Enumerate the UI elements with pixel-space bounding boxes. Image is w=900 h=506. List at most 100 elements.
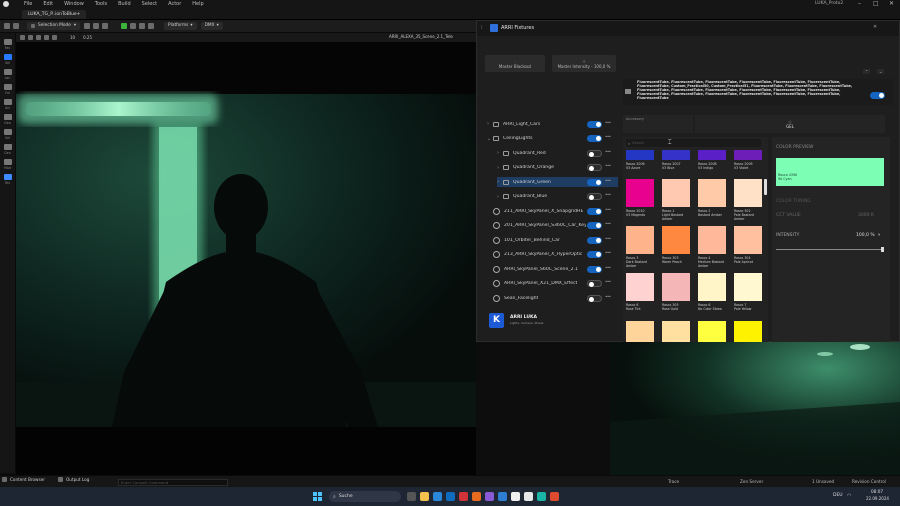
more-options-icon[interactable]: ••• [605, 279, 611, 284]
camera-label[interactable]: ARRI_ALEXA_35_Scene_2.1_Tele [389, 34, 453, 39]
gel-swatch[interactable] [626, 273, 654, 301]
menu-help[interactable]: Help [192, 1, 203, 7]
rotate-tool-icon[interactable] [44, 35, 49, 40]
intensity-slider-track[interactable] [776, 249, 884, 250]
fixture-toggle[interactable] [587, 236, 602, 244]
more-options-icon[interactable]: ••• [605, 134, 611, 139]
console-command-input[interactable]: Enter Console Command [118, 479, 228, 486]
scale-tool-icon[interactable] [52, 35, 57, 40]
gel-swatch[interactable] [698, 226, 726, 254]
gel-swatch[interactable] [662, 179, 690, 207]
fixture-toggle[interactable] [587, 164, 602, 171]
options-icon[interactable] [148, 23, 155, 29]
unreal-logo-icon[interactable] [3, 1, 9, 7]
edge-icon[interactable] [537, 492, 546, 501]
fixture-toggle[interactable] [587, 222, 602, 229]
vscode-icon[interactable] [498, 492, 507, 501]
menu-actor[interactable]: Actor [168, 1, 181, 7]
gel-swatch[interactable] [662, 226, 690, 254]
chrome-icon[interactable] [550, 492, 559, 501]
mode-icon-b[interactable] [93, 23, 100, 29]
unreal-engine-icon[interactable] [511, 492, 520, 501]
gel-swatch[interactable] [626, 150, 654, 160]
more-options-icon[interactable]: ••• [605, 149, 611, 154]
platforms-button[interactable]: Platforms ▾ [164, 22, 197, 30]
taskbar-search[interactable]: ⌕ Suche [329, 491, 401, 502]
clock-time[interactable]: 08:07 [871, 489, 883, 494]
move-tool-icon[interactable] [36, 35, 41, 40]
more-options-icon[interactable]: ••• [605, 265, 611, 270]
content-icon[interactable] [13, 23, 19, 29]
menu-select[interactable]: Select [142, 1, 157, 7]
gel-swatch[interactable] [734, 273, 762, 301]
mode-icon-c[interactable] [102, 23, 109, 29]
foliage-icon[interactable] [3, 84, 12, 90]
master-intensity-button[interactable]: ☼ Master Intensity - 100,0 % [552, 55, 616, 72]
selection-toggle[interactable] [870, 92, 885, 99]
generate-icon[interactable] [3, 144, 12, 150]
gel-swatch[interactable] [734, 321, 762, 342]
fixture-toggle[interactable] [587, 294, 602, 302]
scale-snap-value[interactable]: 0.25 [83, 35, 92, 40]
unreal-engine-2-icon[interactable] [524, 492, 533, 501]
more-options-icon[interactable]: ••• [605, 163, 611, 168]
gel-swatch[interactable] [662, 321, 690, 342]
app-icon-orange[interactable] [472, 492, 481, 501]
fixture-toggle[interactable] [587, 280, 602, 287]
menu-file[interactable]: File [24, 1, 32, 7]
menu-edit[interactable]: Edit [43, 1, 53, 7]
selection-icon[interactable] [3, 129, 12, 135]
collapse-up-icon[interactable]: ⌃ [863, 69, 871, 74]
master-blackout-button[interactable]: ◦ Master Blackout [485, 55, 545, 72]
gel-swatch[interactable] [698, 150, 726, 160]
gel-swatch[interactable] [626, 179, 654, 207]
gel-swatch[interactable] [734, 226, 762, 254]
wifi-icon[interactable]: ◠ [847, 493, 851, 499]
fixture-toggle[interactable] [587, 178, 602, 186]
snap-value[interactable]: 10 [70, 35, 75, 40]
more-options-icon[interactable]: ••• [605, 120, 611, 125]
gel-swatch[interactable] [698, 179, 726, 207]
select-tool-icon[interactable] [28, 35, 33, 40]
output-log-tab[interactable]: Output Log [58, 477, 89, 482]
gel-tab[interactable]: ◎ GEL [695, 115, 885, 133]
more-options-icon[interactable]: ••• [605, 221, 611, 226]
fixture-toggle[interactable] [587, 149, 602, 157]
gel-swatch[interactable] [662, 273, 690, 301]
mode-icon-a[interactable] [84, 23, 91, 29]
more-options-icon[interactable]: ••• [605, 178, 611, 183]
gel-swatch[interactable] [734, 150, 762, 160]
file-explorer-icon[interactable] [420, 492, 429, 501]
chevron-down-icon[interactable]: ▾ [878, 233, 880, 238]
zen-server-button[interactable]: Zen Server [740, 479, 763, 484]
maximize-button[interactable]: □ [873, 0, 879, 7]
dmx-button[interactable]: DMX ▾ [200, 22, 223, 30]
landscape-icon[interactable] [3, 69, 12, 75]
close-button[interactable]: ✕ [889, 0, 894, 7]
stop-icon[interactable] [139, 23, 146, 29]
collapse-down-icon[interactable]: ⌄ [877, 69, 885, 74]
level-viewport[interactable] [16, 42, 476, 475]
gel-swatch[interactable] [734, 179, 762, 207]
menu-build[interactable]: Build [118, 1, 131, 7]
viewport-menu-icon[interactable] [20, 35, 25, 40]
fixture-toggle[interactable] [587, 265, 602, 273]
fixture-toggle[interactable] [587, 120, 602, 128]
save-icon[interactable] [4, 23, 10, 29]
secondary-viewport[interactable] [610, 342, 900, 475]
minimize-button[interactable]: – [858, 0, 861, 7]
task-view-icon[interactable] [407, 492, 416, 501]
animation-icon[interactable] [3, 99, 12, 105]
more-options-icon[interactable]: ••• [605, 192, 611, 197]
play-icon[interactable] [121, 23, 128, 29]
clock-date[interactable]: 22.09.2024 [866, 496, 889, 501]
panel-close-icon[interactable]: ✕ [873, 24, 877, 30]
language-indicator[interactable]: DEU [833, 493, 843, 498]
fixture-toggle[interactable] [587, 193, 602, 200]
fixture-toggle[interactable] [587, 135, 602, 142]
menu-window[interactable]: Window [64, 1, 84, 7]
more-options-icon[interactable]: ••• [605, 207, 611, 212]
accessory-tab[interactable]: Accessory [623, 115, 693, 133]
app-icon-purple[interactable] [485, 492, 494, 501]
gel-swatch[interactable] [698, 321, 726, 342]
